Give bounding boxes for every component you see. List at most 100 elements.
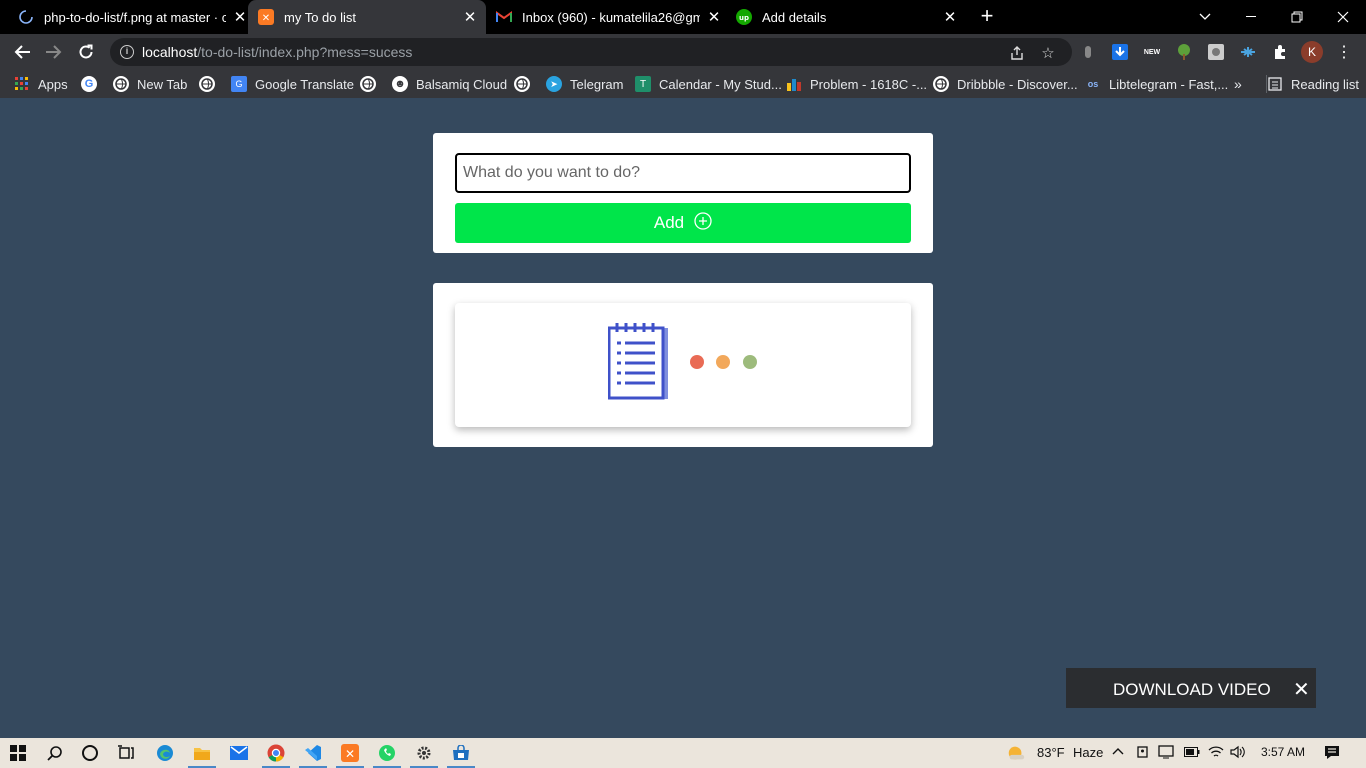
bookmark-label: Dribbble - Discover... <box>957 76 1078 92</box>
bookmark-new-tab[interactable]: New Tab <box>113 75 187 93</box>
chrome-icon[interactable] <box>266 743 286 763</box>
tab-upwork[interactable]: up Add details ✕ <box>736 0 958 34</box>
whatsapp-icon[interactable] <box>377 743 397 763</box>
bookmark-label: Calendar - My Stud... <box>659 76 782 92</box>
plus-circle-icon <box>694 211 712 235</box>
close-tab-icon[interactable]: ✕ <box>462 9 478 26</box>
apps-grid-icon <box>14 76 30 92</box>
vscode-icon[interactable] <box>303 743 323 763</box>
extension-icon[interactable] <box>1078 42 1098 62</box>
forward-arrow-icon[interactable] <box>42 40 66 64</box>
bookmark-globe-2[interactable] <box>360 75 384 93</box>
calendar-icon: T <box>635 76 651 92</box>
new-tab-icon[interactable]: + <box>976 5 998 28</box>
bookmark-apps[interactable]: Apps <box>14 75 68 93</box>
minimize-icon[interactable] <box>1228 0 1274 34</box>
screen-icon[interactable] <box>1158 745 1174 762</box>
globe-icon <box>514 76 530 92</box>
bookmark-label: Reading list <box>1291 76 1359 92</box>
site-info-icon[interactable]: i <box>120 45 134 59</box>
bookmark-balsamiq[interactable]: ☻ Balsamiq Cloud <box>392 75 507 93</box>
globe-icon <box>199 76 215 92</box>
bookmark-codeforces[interactable]: Problem - 1618C -... <box>786 75 927 93</box>
url-path: /to-do-list/index.php?mess=sucess <box>197 44 413 60</box>
address-bar[interactable]: i localhost/to-do-list/index.php?mess=su… <box>110 38 1072 66</box>
volume-icon[interactable] <box>1230 745 1246 762</box>
tab-gmail[interactable]: Inbox (960) - kumatelila26@gmai ✕ <box>496 0 722 34</box>
loading-dot-red <box>690 355 704 369</box>
bookmark-google[interactable]: G <box>81 75 105 93</box>
bookmark-label: Libtelegram - Fast,... <box>1109 76 1229 92</box>
task-view-icon[interactable] <box>116 743 136 763</box>
image-extension-icon[interactable] <box>1206 42 1226 62</box>
store-icon[interactable] <box>451 743 471 763</box>
loading-spinner-icon <box>18 9 34 25</box>
loading-dot-orange <box>716 355 730 369</box>
weather-text[interactable]: Haze <box>1073 745 1103 760</box>
tab-strip: php-to-do-list/f.png at master · c ✕ ✕ m… <box>0 0 1366 34</box>
close-tab-icon[interactable]: ✕ <box>942 9 958 26</box>
new-extension-icon[interactable]: NEW <box>1142 42 1162 62</box>
cortana-icon[interactable] <box>80 743 100 763</box>
menu-kebab-icon[interactable]: ⋮ <box>1334 42 1354 62</box>
clock-time[interactable]: 3:57 AM <box>1261 745 1305 759</box>
bookmark-dribbble[interactable]: Dribbble - Discover... <box>933 75 1078 93</box>
bookmark-calendar[interactable]: T Calendar - My Stud... <box>635 75 782 93</box>
close-icon[interactable]: ✕ <box>1293 677 1310 702</box>
telegram-icon: ➤ <box>546 76 562 92</box>
extensions-puzzle-icon[interactable] <box>1270 42 1290 62</box>
tree-extension-icon[interactable] <box>1174 42 1194 62</box>
plane-extension-icon[interactable] <box>1238 42 1258 62</box>
svg-text:up: up <box>739 14 749 22</box>
bookmark-telegram[interactable]: ➤ Telegram <box>546 75 623 93</box>
profile-avatar[interactable]: K <box>1301 41 1323 63</box>
tab-github[interactable]: php-to-do-list/f.png at master · c ✕ <box>18 0 248 34</box>
settings-gear-icon[interactable] <box>414 743 434 763</box>
more-bookmarks-icon[interactable]: » <box>1234 75 1242 93</box>
add-button[interactable]: Add <box>455 203 911 243</box>
tab-todo-active[interactable]: ✕ my To do list ✕ <box>248 0 486 34</box>
download-video-label: DOWNLOAD VIDEO <box>1113 680 1271 699</box>
close-tab-icon[interactable]: ✕ <box>706 9 722 26</box>
battery-icon[interactable] <box>1184 745 1200 760</box>
show-hidden-icons-chevron[interactable] <box>1112 745 1124 760</box>
todo-list-card <box>433 283 933 447</box>
bookmark-star-icon[interactable]: ☆ <box>1039 44 1057 62</box>
balsamiq-icon: ☻ <box>392 76 408 92</box>
bookmark-google-translate[interactable]: G Google Translate <box>231 75 354 93</box>
share-icon[interactable] <box>1008 44 1026 62</box>
edge-icon[interactable] <box>155 743 175 763</box>
close-window-icon[interactable] <box>1320 0 1366 34</box>
xampp-icon[interactable]: ✕ <box>340 743 360 763</box>
temperature[interactable]: 83°F <box>1037 745 1065 760</box>
bookmark-libtelegram[interactable]: os Libtelegram - Fast,... <box>1085 75 1228 93</box>
globe-icon <box>360 76 376 92</box>
back-arrow-icon[interactable] <box>10 40 34 64</box>
tab-title: my To do list <box>284 9 357 25</box>
meet-now-icon[interactable] <box>1136 745 1150 762</box>
restore-icon[interactable] <box>1274 0 1320 34</box>
notifications-icon[interactable] <box>1324 745 1340 764</box>
upwork-icon: up <box>736 9 752 25</box>
bookmark-globe-3[interactable] <box>514 75 538 93</box>
wifi-icon[interactable] <box>1208 745 1224 762</box>
bookmark-globe[interactable] <box>199 75 223 93</box>
close-tab-icon[interactable]: ✕ <box>232 9 248 26</box>
tab-search-chevron-icon[interactable] <box>1182 0 1228 34</box>
reload-icon[interactable] <box>74 40 98 64</box>
notepad-icon <box>607 323 670 406</box>
search-icon[interactable] <box>45 743 65 763</box>
todo-input[interactable] <box>455 153 911 193</box>
codeforces-icon <box>786 76 802 92</box>
download-extension-icon[interactable] <box>1110 42 1130 62</box>
libtelegram-icon: os <box>1087 79 1099 89</box>
mail-icon[interactable] <box>229 743 249 763</box>
file-explorer-icon[interactable] <box>192 743 212 763</box>
svg-text:✕: ✕ <box>262 13 270 24</box>
svg-text:✕: ✕ <box>345 747 355 761</box>
weather-sun-icon[interactable] <box>1006 743 1026 763</box>
windows-start-icon[interactable] <box>8 743 28 763</box>
download-video-bar[interactable]: DOWNLOAD VIDEO ✕ <box>1066 668 1316 708</box>
windows-taskbar: ✕ 83°F Haze 3:57 AM <box>0 738 1366 768</box>
reading-list[interactable]: Reading list <box>1266 75 1359 93</box>
